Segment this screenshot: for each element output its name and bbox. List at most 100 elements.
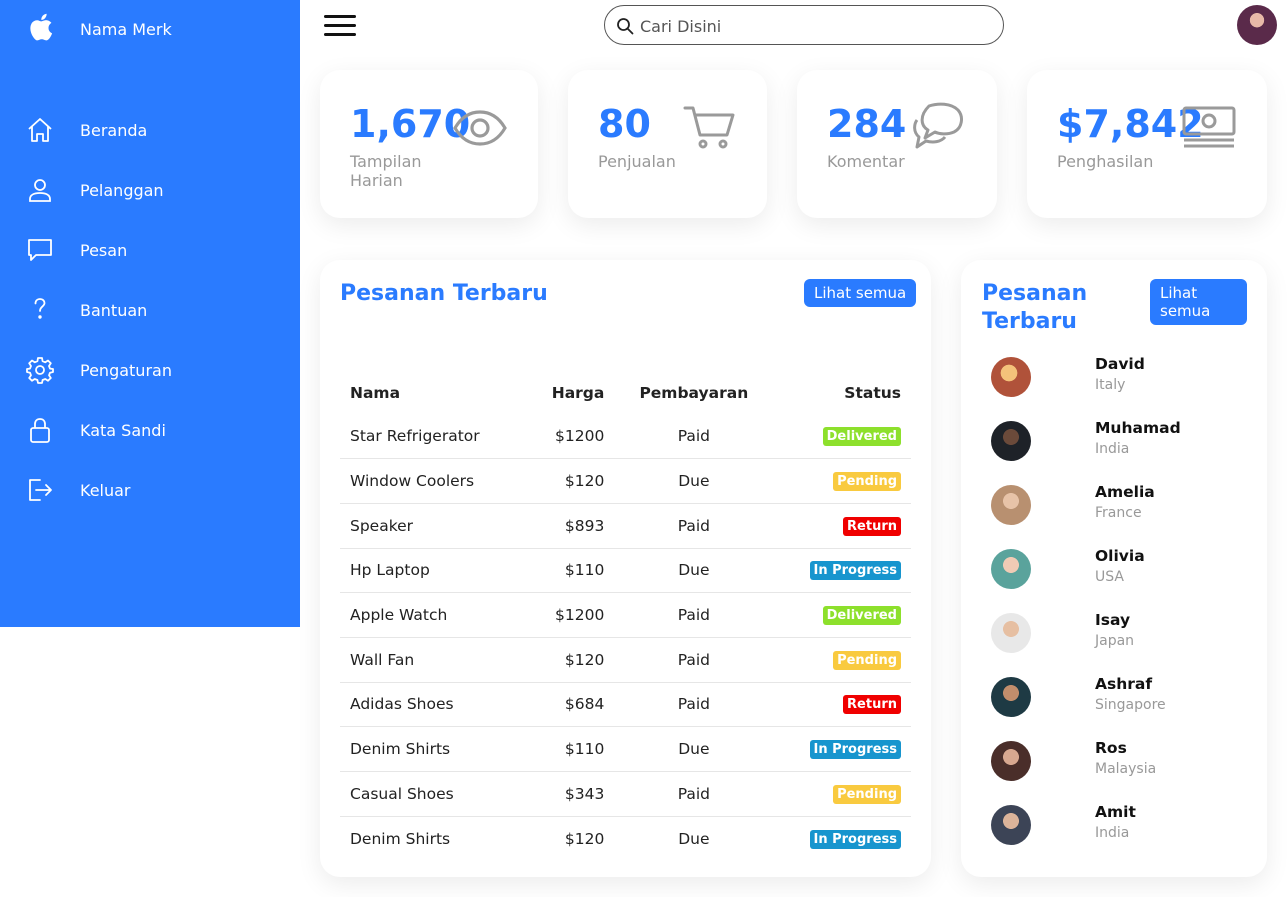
customer-list-item[interactable]: David Italy — [991, 355, 1251, 407]
customer-avatar — [991, 805, 1031, 845]
customer-list-item[interactable]: Ashraf Singapore — [991, 675, 1251, 727]
order-payment: Paid — [614, 682, 774, 728]
order-name: Casual Shoes — [340, 771, 525, 817]
view-all-button[interactable]: Lihat semua — [1150, 279, 1247, 325]
customer-avatar — [991, 357, 1031, 397]
order-price: $684 — [524, 682, 615, 728]
sidebar-item-pengaturan[interactable]: Pengaturan — [0, 340, 300, 400]
menu-toggle-button[interactable] — [324, 15, 356, 37]
stat-card-views[interactable]: 1,670 Tampilan Harian — [320, 70, 538, 218]
order-name: Window Coolers — [340, 458, 525, 504]
order-payment: Paid — [614, 503, 774, 549]
sidebar: Nama Merk Beranda Pelanggan Pesan Bantua… — [0, 0, 300, 627]
customer-country: Italy — [1095, 377, 1126, 393]
status-badge: In Progress — [809, 740, 901, 760]
sidebar-item-label: Pengaturan — [80, 361, 172, 380]
sidebar-item-kata-sandi[interactable]: Kata Sandi — [0, 400, 300, 460]
table-row[interactable]: Star Refrigerator $1200 Paid Delivered — [340, 414, 911, 460]
stat-card-sales[interactable]: 80 Penjualan — [568, 70, 767, 218]
order-status-cell: Pending — [773, 458, 911, 504]
customer-list-item[interactable]: Ros Malaysia — [991, 739, 1251, 791]
customer-list-item[interactable]: Olivia USA — [991, 547, 1251, 599]
customer-name: Ros — [1095, 739, 1127, 757]
order-status-cell: In Progress — [773, 726, 911, 772]
customer-avatar — [991, 421, 1031, 461]
order-status-cell: Delivered — [773, 592, 911, 638]
customer-country: France — [1095, 505, 1142, 521]
customer-country: India — [1095, 441, 1130, 457]
order-price: $120 — [524, 637, 615, 683]
stat-label: Tampilan Harian — [350, 152, 422, 190]
sidebar-item-beranda[interactable]: Beranda — [0, 100, 300, 160]
sidebar-item-pesan[interactable]: Pesan — [0, 220, 300, 280]
sidebar-item-keluar[interactable]: Keluar — [0, 460, 300, 520]
order-payment: Paid — [614, 414, 774, 460]
order-price: $343 — [524, 771, 615, 817]
order-payment: Due — [614, 548, 774, 594]
view-all-button[interactable]: Lihat semua — [804, 279, 917, 307]
order-status-cell: Delivered — [773, 414, 911, 460]
logout-icon — [29, 479, 52, 501]
order-price: $110 — [524, 548, 615, 594]
stat-card-earnings[interactable]: $7,842 Penghasilan — [1027, 70, 1267, 218]
table-row[interactable]: Denim Shirts $120 Due In Progress — [340, 816, 911, 861]
table-row[interactable]: Adidas Shoes $684 Paid Return — [340, 682, 911, 728]
sidebar-item-pelanggan[interactable]: Pelanggan — [0, 160, 300, 220]
order-name: Hp Laptop — [340, 548, 525, 594]
order-name: Apple Watch — [340, 592, 525, 638]
customer-list-item[interactable]: Amit India — [991, 803, 1251, 855]
table-row[interactable]: Casual Shoes $343 Paid Pending — [340, 771, 911, 817]
order-status-cell: Return — [773, 682, 911, 728]
gear-icon — [26, 357, 54, 384]
customer-name: Ashraf — [1095, 675, 1153, 693]
table-row[interactable]: Speaker $893 Paid Return — [340, 503, 911, 549]
user-avatar[interactable] — [1237, 5, 1277, 45]
table-row[interactable]: Wall Fan $120 Paid Pending — [340, 637, 911, 683]
customer-country: USA — [1095, 569, 1124, 585]
status-badge: Return — [843, 695, 901, 715]
order-name: Denim Shirts — [350, 829, 451, 848]
sidebar-item-bantuan[interactable]: Bantuan — [0, 280, 300, 340]
customer-avatar — [991, 741, 1031, 781]
customer-name: Muhamad — [1095, 419, 1181, 437]
sidebar-item-label: Pesan — [80, 241, 128, 260]
sidebar-item-label: Beranda — [80, 121, 148, 140]
order-name: Wall Fan — [340, 637, 525, 683]
brand[interactable]: Nama Merk — [0, 0, 300, 60]
search-input[interactable] — [640, 14, 990, 38]
order-status-cell: In Progress — [773, 816, 911, 861]
column-header-payment: Pembayaran — [639, 384, 749, 402]
customer-avatar — [991, 485, 1031, 525]
sidebar-item-label: Keluar — [80, 481, 131, 500]
customer-country: Malaysia — [1095, 761, 1157, 777]
order-status-cell: Return — [773, 503, 911, 549]
stat-label: Penjualan — [598, 152, 676, 171]
order-price: $110 — [524, 726, 615, 772]
customer-name: Amit — [1095, 803, 1136, 821]
column-header-price: Harga — [551, 384, 605, 402]
customer-list-item[interactable]: Isay Japan — [991, 611, 1251, 663]
customer-list-item[interactable]: Muhamad India — [991, 419, 1251, 471]
status-badge: In Progress — [809, 561, 901, 581]
table-row[interactable]: Hp Laptop $110 Due In Progress — [340, 548, 911, 594]
hamburger-line — [324, 24, 356, 27]
lock-icon — [30, 418, 50, 443]
order-price: $120 — [524, 458, 615, 504]
search-icon — [617, 18, 634, 35]
hamburger-line — [324, 15, 356, 18]
status-badge: In Progress — [809, 829, 901, 849]
customer-list-item[interactable]: Amelia France — [991, 483, 1251, 535]
order-status-cell: In Progress — [773, 548, 911, 594]
table-row[interactable]: Denim Shirts $110 Due In Progress — [340, 726, 911, 772]
order-payment: Due — [614, 458, 774, 504]
status-badge: Pending — [833, 650, 901, 670]
table-row[interactable]: Apple Watch $1200 Paid Delivered — [340, 592, 911, 638]
order-price: $120 — [564, 829, 605, 848]
table-row[interactable]: Window Coolers $120 Due Pending — [340, 458, 911, 504]
stat-card-comments[interactable]: 284 Komentar — [797, 70, 997, 218]
stat-value: 80 — [598, 102, 651, 146]
customer-country: India — [1095, 825, 1130, 841]
chat-icon — [28, 239, 52, 261]
order-payment: Due — [678, 829, 710, 848]
stat-label: Penghasilan — [1057, 152, 1154, 171]
